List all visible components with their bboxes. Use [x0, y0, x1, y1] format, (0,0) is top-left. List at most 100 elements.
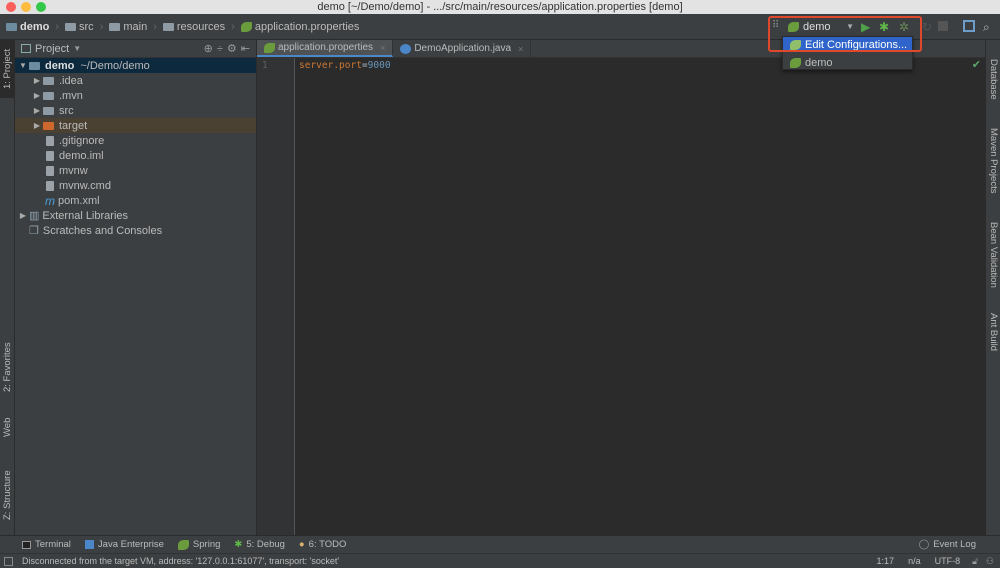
expanded-arrow-icon[interactable]: ▼ [17, 61, 29, 70]
project-view-selector[interactable]: Project [35, 43, 69, 55]
tree-label: .mvn [59, 89, 83, 102]
close-tab-icon[interactable]: × [380, 43, 385, 53]
tree-item-src[interactable]: ▶ src [15, 103, 256, 118]
java-enterprise-icon [84, 540, 94, 549]
property-value: 9000 [367, 60, 391, 71]
tree-item-scratches[interactable]: ❐ Scratches and Consoles [15, 223, 256, 238]
collapse-all-icon[interactable]: ÷ [217, 43, 223, 55]
tree-label: mvnw [59, 164, 88, 177]
tree-item-mvnw-cmd[interactable]: mvnw.cmd [15, 178, 256, 193]
ant-build-tool-button[interactable]: Ant Build [986, 310, 1000, 355]
demo-config-menu-item[interactable]: demo [783, 55, 912, 70]
tree-item-demo[interactable]: ▼ demo ~/Demo/demo [15, 58, 256, 73]
tree-item-pom[interactable]: m pom.xml [15, 193, 256, 208]
scratches-icon: ❐ [29, 225, 39, 237]
collapsed-arrow-icon[interactable]: ▶ [31, 76, 43, 85]
tree-item-demo-iml[interactable]: demo.iml [15, 148, 256, 163]
tree-label: target [59, 119, 88, 132]
excluded-folder-icon [43, 121, 54, 130]
project-structure-icon[interactable] [963, 20, 975, 32]
title-bar: demo [~/Demo/demo] - .../src/main/resour… [0, 0, 1000, 14]
tree-item-gitignore[interactable]: .gitignore [15, 133, 256, 148]
collapsed-arrow-icon[interactable]: ▶ [31, 121, 43, 130]
tool-label: Spring [192, 539, 221, 550]
libraries-icon: ▥ [29, 210, 40, 222]
line-separator[interactable]: n/a [908, 556, 921, 566]
web-tool-button[interactable]: Web [0, 412, 15, 442]
minimize-window-button[interactable] [21, 2, 31, 12]
file-icon [46, 180, 54, 191]
project-tool-button[interactable]: 1: Project [0, 40, 15, 98]
inspector-icon[interactable]: ⚇ [986, 556, 994, 567]
breadcrumb-src[interactable]: src [65, 21, 94, 33]
breadcrumb-main[interactable]: main [109, 21, 147, 33]
collapsed-arrow-icon[interactable]: ▶ [17, 211, 29, 220]
tree-item-target[interactable]: ▶ target [15, 118, 256, 133]
toggle-tool-windows-icon[interactable] [4, 557, 13, 566]
favorites-tool-button[interactable]: 2: Favorites [0, 340, 15, 395]
tree-item-mvnw[interactable]: mvnw [15, 163, 256, 178]
reload-icon: ↻ [922, 20, 933, 34]
line-gutter: 1 [257, 58, 295, 535]
tab-application-properties[interactable]: application.properties × [257, 40, 394, 57]
tree-item-mvn[interactable]: ▶ .mvn [15, 88, 256, 103]
breadcrumb-label: src [79, 20, 94, 33]
property-key: server.port [299, 60, 362, 71]
tool-label: Java Enterprise [97, 539, 164, 550]
todo-tool-button[interactable]: ● 6: TODO [299, 539, 346, 550]
breadcrumb-label: main [123, 20, 148, 33]
tree-label: mvnw.cmd [59, 179, 111, 192]
code-line[interactable]: server.port=9000 [299, 60, 391, 71]
tree-label: demo [45, 59, 75, 72]
tree-label: demo.iml [59, 149, 104, 162]
bottom-tool-bar: Terminal Java Enterprise Spring ✱ 5: Debu… [0, 535, 1000, 553]
left-tool-stripe: 1: Project 2: Favorites Web Z: Structure [0, 40, 15, 535]
module-path: ~/Demo/demo [80, 59, 150, 72]
file-encoding[interactable]: UTF-8 [935, 556, 961, 566]
breadcrumb-file[interactable]: application.properties [240, 21, 359, 33]
line-number: 1 [262, 60, 268, 71]
maximize-window-button[interactable] [36, 2, 46, 12]
breadcrumb-demo[interactable]: demo [6, 21, 49, 33]
close-tab-icon[interactable]: × [518, 44, 523, 54]
tool-label: Terminal [35, 539, 71, 550]
tool-label: Event Log [933, 539, 976, 550]
tree-label: src [59, 104, 74, 117]
debug-tool-button[interactable]: ✱ 5: Debug [234, 539, 285, 550]
breadcrumb-resources[interactable]: resources [162, 21, 225, 33]
file-icon [46, 165, 54, 176]
close-window-button[interactable] [6, 2, 16, 12]
terminal-tool-button[interactable]: Terminal [22, 539, 71, 550]
tree-item-external-libraries[interactable]: ▶ ▥ External Libraries [15, 208, 256, 223]
tree-item-idea[interactable]: ▶ .idea [15, 73, 256, 88]
status-message: Disconnected from the target VM, address… [22, 556, 340, 566]
tree-label: .idea [59, 74, 83, 87]
tab-demo-application-java[interactable]: DemoApplication.java × [393, 40, 532, 57]
folder-icon [65, 22, 77, 31]
folder-icon [109, 22, 121, 31]
project-view-icon [21, 44, 31, 53]
gear-icon[interactable]: ⚙ [227, 42, 237, 55]
database-tool-button[interactable]: Database [986, 54, 1000, 104]
file-icon [46, 135, 54, 146]
collapsed-arrow-icon[interactable]: ▶ [31, 106, 43, 115]
java-enterprise-tool-button[interactable]: Java Enterprise [84, 539, 164, 550]
collapsed-arrow-icon[interactable]: ▶ [31, 91, 43, 100]
scroll-from-source-icon[interactable]: ⊕ [204, 42, 213, 55]
chevron-down-icon[interactable]: ▼ [73, 44, 81, 53]
editor[interactable]: application.properties × DemoApplication.… [257, 40, 985, 535]
caret-position[interactable]: 1:17 [877, 556, 895, 566]
maven-projects-tool-button[interactable]: Maven Projects [986, 126, 1000, 196]
window-title: demo [~/Demo/demo] - .../src/main/resour… [317, 1, 683, 13]
folder-icon [43, 91, 54, 100]
read-only-lock-icon[interactable]: 🔓︎ [972, 556, 978, 567]
spring-tool-button[interactable]: Spring [177, 539, 221, 550]
event-log-button[interactable]: ◯ Event Log [919, 539, 976, 550]
structure-tool-button[interactable]: Z: Structure [0, 460, 15, 530]
spring-properties-icon [264, 42, 275, 53]
hide-panel-icon[interactable]: ⇤ [241, 42, 250, 55]
event-log-icon: ◯ [918, 539, 930, 550]
breadcrumb-label: demo [20, 20, 50, 33]
search-icon[interactable]: ⌕ [983, 20, 990, 35]
bean-validation-tool-button[interactable]: Bean Validation [986, 220, 1000, 290]
